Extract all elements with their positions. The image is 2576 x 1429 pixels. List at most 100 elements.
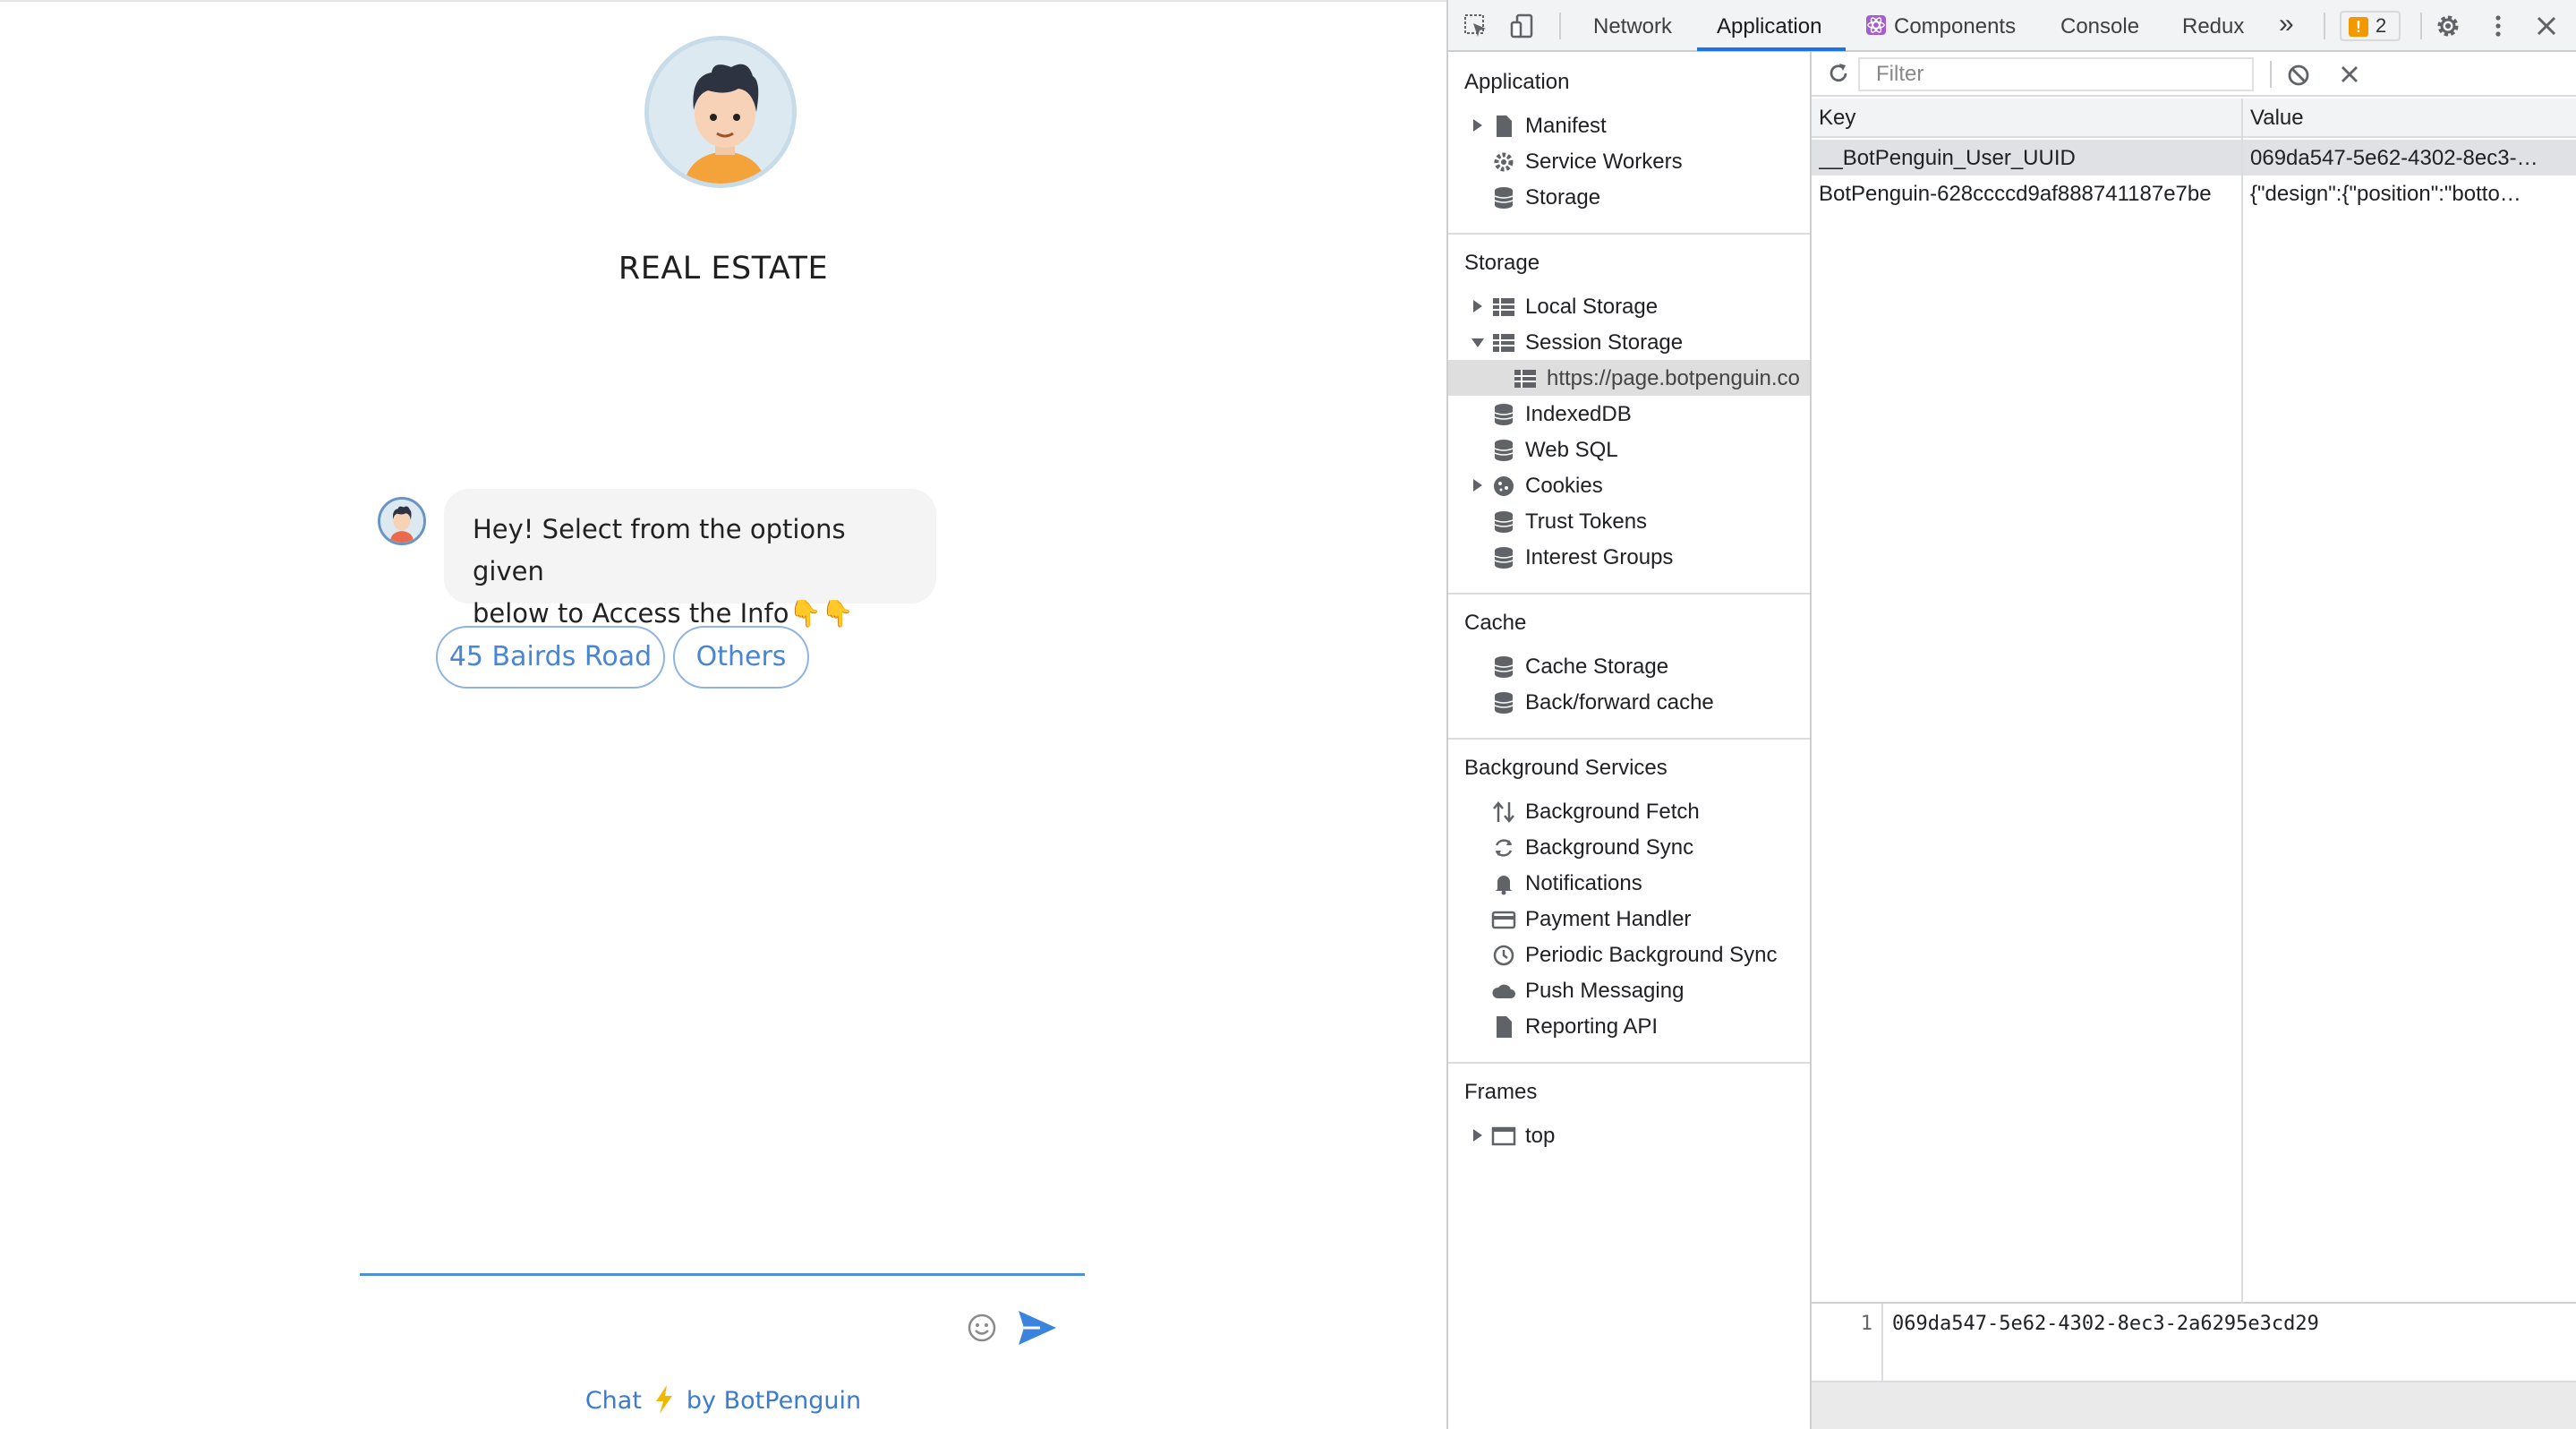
tab-network[interactable]: Network	[1593, 14, 1672, 39]
sidebar-item-background-sync[interactable]: Background Sync	[1448, 829, 1810, 865]
sidebar-item-label: Interest Groups	[1525, 545, 1674, 569]
active-tab-indicator	[1697, 47, 1846, 51]
table-row[interactable]: __BotPenguin_User_UUID 069da547-5e62-430…	[1812, 140, 2576, 175]
tab-redux[interactable]: Redux	[2182, 14, 2244, 39]
database-icon	[1494, 656, 1514, 678]
sidebar-item-storage-overview[interactable]: Storage	[1448, 179, 1810, 215]
column-divider[interactable]	[2241, 98, 2243, 1304]
lightning-icon	[655, 1385, 672, 1414]
more-tabs-icon[interactable]: »	[2279, 9, 2294, 39]
row-value: 069da547-5e62-4302-8ec3-…	[2250, 146, 2538, 170]
bot-message-line1: Hey! Select from the options given	[473, 514, 846, 586]
status-bar	[1812, 1381, 2576, 1429]
send-icon[interactable]	[1017, 1309, 1058, 1347]
sidebar-item-label: Notifications	[1525, 871, 1642, 895]
preview-content: 069da547-5e62-4302-8ec3-2a6295e3cd29	[1892, 1313, 2319, 1335]
file-icon	[1497, 116, 1512, 137]
clock-icon	[1493, 945, 1514, 966]
powered-by-footer[interactable]: Chat by BotPenguin	[0, 1385, 1446, 1415]
sidebar-item-push-messaging[interactable]: Push Messaging	[1448, 972, 1810, 1008]
tab-application[interactable]: Application	[1717, 14, 1821, 39]
sidebar-item-service-workers[interactable]: Service Workers	[1448, 143, 1810, 179]
inspect-element-icon[interactable]	[1463, 13, 1489, 39]
sidebar-item-label: Background Fetch	[1525, 800, 1700, 824]
database-icon	[1494, 404, 1514, 425]
sidebar-item-label: Payment Handler	[1525, 907, 1692, 931]
sidebar-item-local-storage[interactable]: Local Storage	[1448, 288, 1810, 324]
application-sidebar: Application Manifest Service Workers Sto…	[1448, 52, 1812, 1429]
row-key: BotPenguin-628ccccd9af888741187e7be	[1819, 182, 2212, 206]
sidebar-item-label: Cookies	[1525, 474, 1603, 498]
storage-table: Key Value __BotPenguin_User_UUID 069da54…	[1812, 98, 2576, 1304]
tab-console[interactable]: Console	[2060, 14, 2139, 39]
sidebar-item-interest-groups[interactable]: Interest Groups	[1448, 539, 1810, 575]
filter-input[interactable]: Filter	[1858, 57, 2254, 91]
issues-badge[interactable]: ! 2	[2340, 11, 2401, 41]
tab-components[interactable]: Components	[1894, 14, 2016, 39]
column-header-value[interactable]: Value	[2250, 106, 2304, 131]
table-row[interactable]: BotPenguin-628ccccd9af888741187e7be {"de…	[1812, 175, 2576, 211]
expand-arrow-icon[interactable]	[1471, 1128, 1484, 1142]
sidebar-item-periodic-background-sync[interactable]: Periodic Background Sync	[1448, 937, 1810, 972]
column-header-key[interactable]: Key	[1819, 106, 1855, 131]
section-title-storage: Storage	[1464, 251, 1540, 275]
sidebar-item-label: Local Storage	[1525, 295, 1659, 319]
line-number: 1	[1860, 1313, 1872, 1335]
toolbar-separator	[2270, 61, 2272, 88]
bot-message-avatar	[378, 497, 426, 545]
sidebar-item-cache-storage[interactable]: Cache Storage	[1448, 648, 1810, 684]
bot-avatar	[644, 36, 797, 188]
sidebar-item-trust-tokens[interactable]: Trust Tokens	[1448, 503, 1810, 539]
sidebar-item-notifications[interactable]: Notifications	[1448, 865, 1810, 901]
collapse-arrow-icon[interactable]	[1471, 335, 1484, 349]
emoji-icon[interactable]	[967, 1313, 997, 1343]
close-devtools-icon[interactable]	[2533, 13, 2560, 39]
devtools-tabbar: Network Application Components Console R…	[1448, 0, 2576, 52]
expand-arrow-icon[interactable]	[1471, 118, 1484, 133]
clear-all-icon[interactable]	[2286, 63, 2311, 88]
sidebar-item-reporting-api[interactable]: Reporting API	[1448, 1008, 1810, 1044]
refresh-icon[interactable]	[1826, 61, 1851, 86]
footer-chat-label: Chat	[584, 1387, 642, 1415]
expand-arrow-icon[interactable]	[1471, 299, 1484, 313]
sidebar-item-session-storage[interactable]: Session Storage	[1448, 324, 1810, 360]
database-icon	[1494, 511, 1514, 533]
option-chip-others[interactable]: Others	[673, 626, 809, 689]
table-grid-icon	[1493, 334, 1514, 352]
section-title-background-services: Background Services	[1464, 756, 1668, 780]
sidebar-item-web-sql[interactable]: Web SQL	[1448, 432, 1810, 467]
settings-gear-icon[interactable]	[2435, 13, 2461, 39]
delete-selected-icon[interactable]	[2338, 63, 2361, 86]
database-icon	[1494, 692, 1514, 714]
sidebar-item-background-fetch[interactable]: Background Fetch	[1448, 793, 1810, 829]
section-divider	[1448, 233, 1810, 235]
sidebar-item-label: Trust Tokens	[1525, 509, 1648, 534]
tabbar-separator	[2324, 13, 2325, 39]
sidebar-item-session-origin[interactable]: https://page.botpenguin.co	[1448, 360, 1810, 396]
tabbar-separator	[2420, 13, 2422, 39]
section-title-frames: Frames	[1464, 1080, 1538, 1104]
sidebar-item-indexeddb[interactable]: IndexedDB	[1448, 396, 1810, 432]
window-frame-icon	[1491, 1126, 1516, 1146]
device-toolbar-icon[interactable]	[1509, 13, 1536, 39]
sidebar-item-label: Cache Storage	[1525, 655, 1669, 679]
sidebar-item-label: Background Sync	[1525, 835, 1694, 860]
sidebar-item-back-forward-cache[interactable]: Back/forward cache	[1448, 684, 1810, 720]
sidebar-item-frame-top[interactable]: top	[1448, 1117, 1810, 1153]
message-input[interactable]	[360, 1273, 1085, 1276]
sidebar-item-label: IndexedDB	[1525, 402, 1632, 426]
expand-arrow-icon[interactable]	[1471, 478, 1484, 492]
option-chip-45-bairds-road[interactable]: 45 Bairds Road	[436, 626, 665, 689]
more-options-icon[interactable]	[2485, 13, 2512, 39]
sidebar-item-label: Service Workers	[1525, 150, 1683, 174]
row-value: {"design":{"position":"botto…	[2250, 182, 2521, 206]
sidebar-item-payment-handler[interactable]: Payment Handler	[1448, 901, 1810, 937]
storage-toolbar: Filter	[1812, 52, 2576, 97]
section-title-application: Application	[1464, 70, 1570, 94]
sidebar-item-manifest[interactable]: Manifest	[1448, 107, 1810, 143]
storage-view: Filter Key Value __BotPenguin_User_UUID …	[1812, 52, 2576, 1429]
bot-message-bubble: Hey! Select from the options given below…	[444, 489, 936, 629]
devtools-panel: Network Application Components Console R…	[1446, 0, 2576, 1429]
sidebar-item-label: Storage	[1525, 185, 1601, 210]
sidebar-item-cookies[interactable]: Cookies	[1448, 467, 1810, 503]
